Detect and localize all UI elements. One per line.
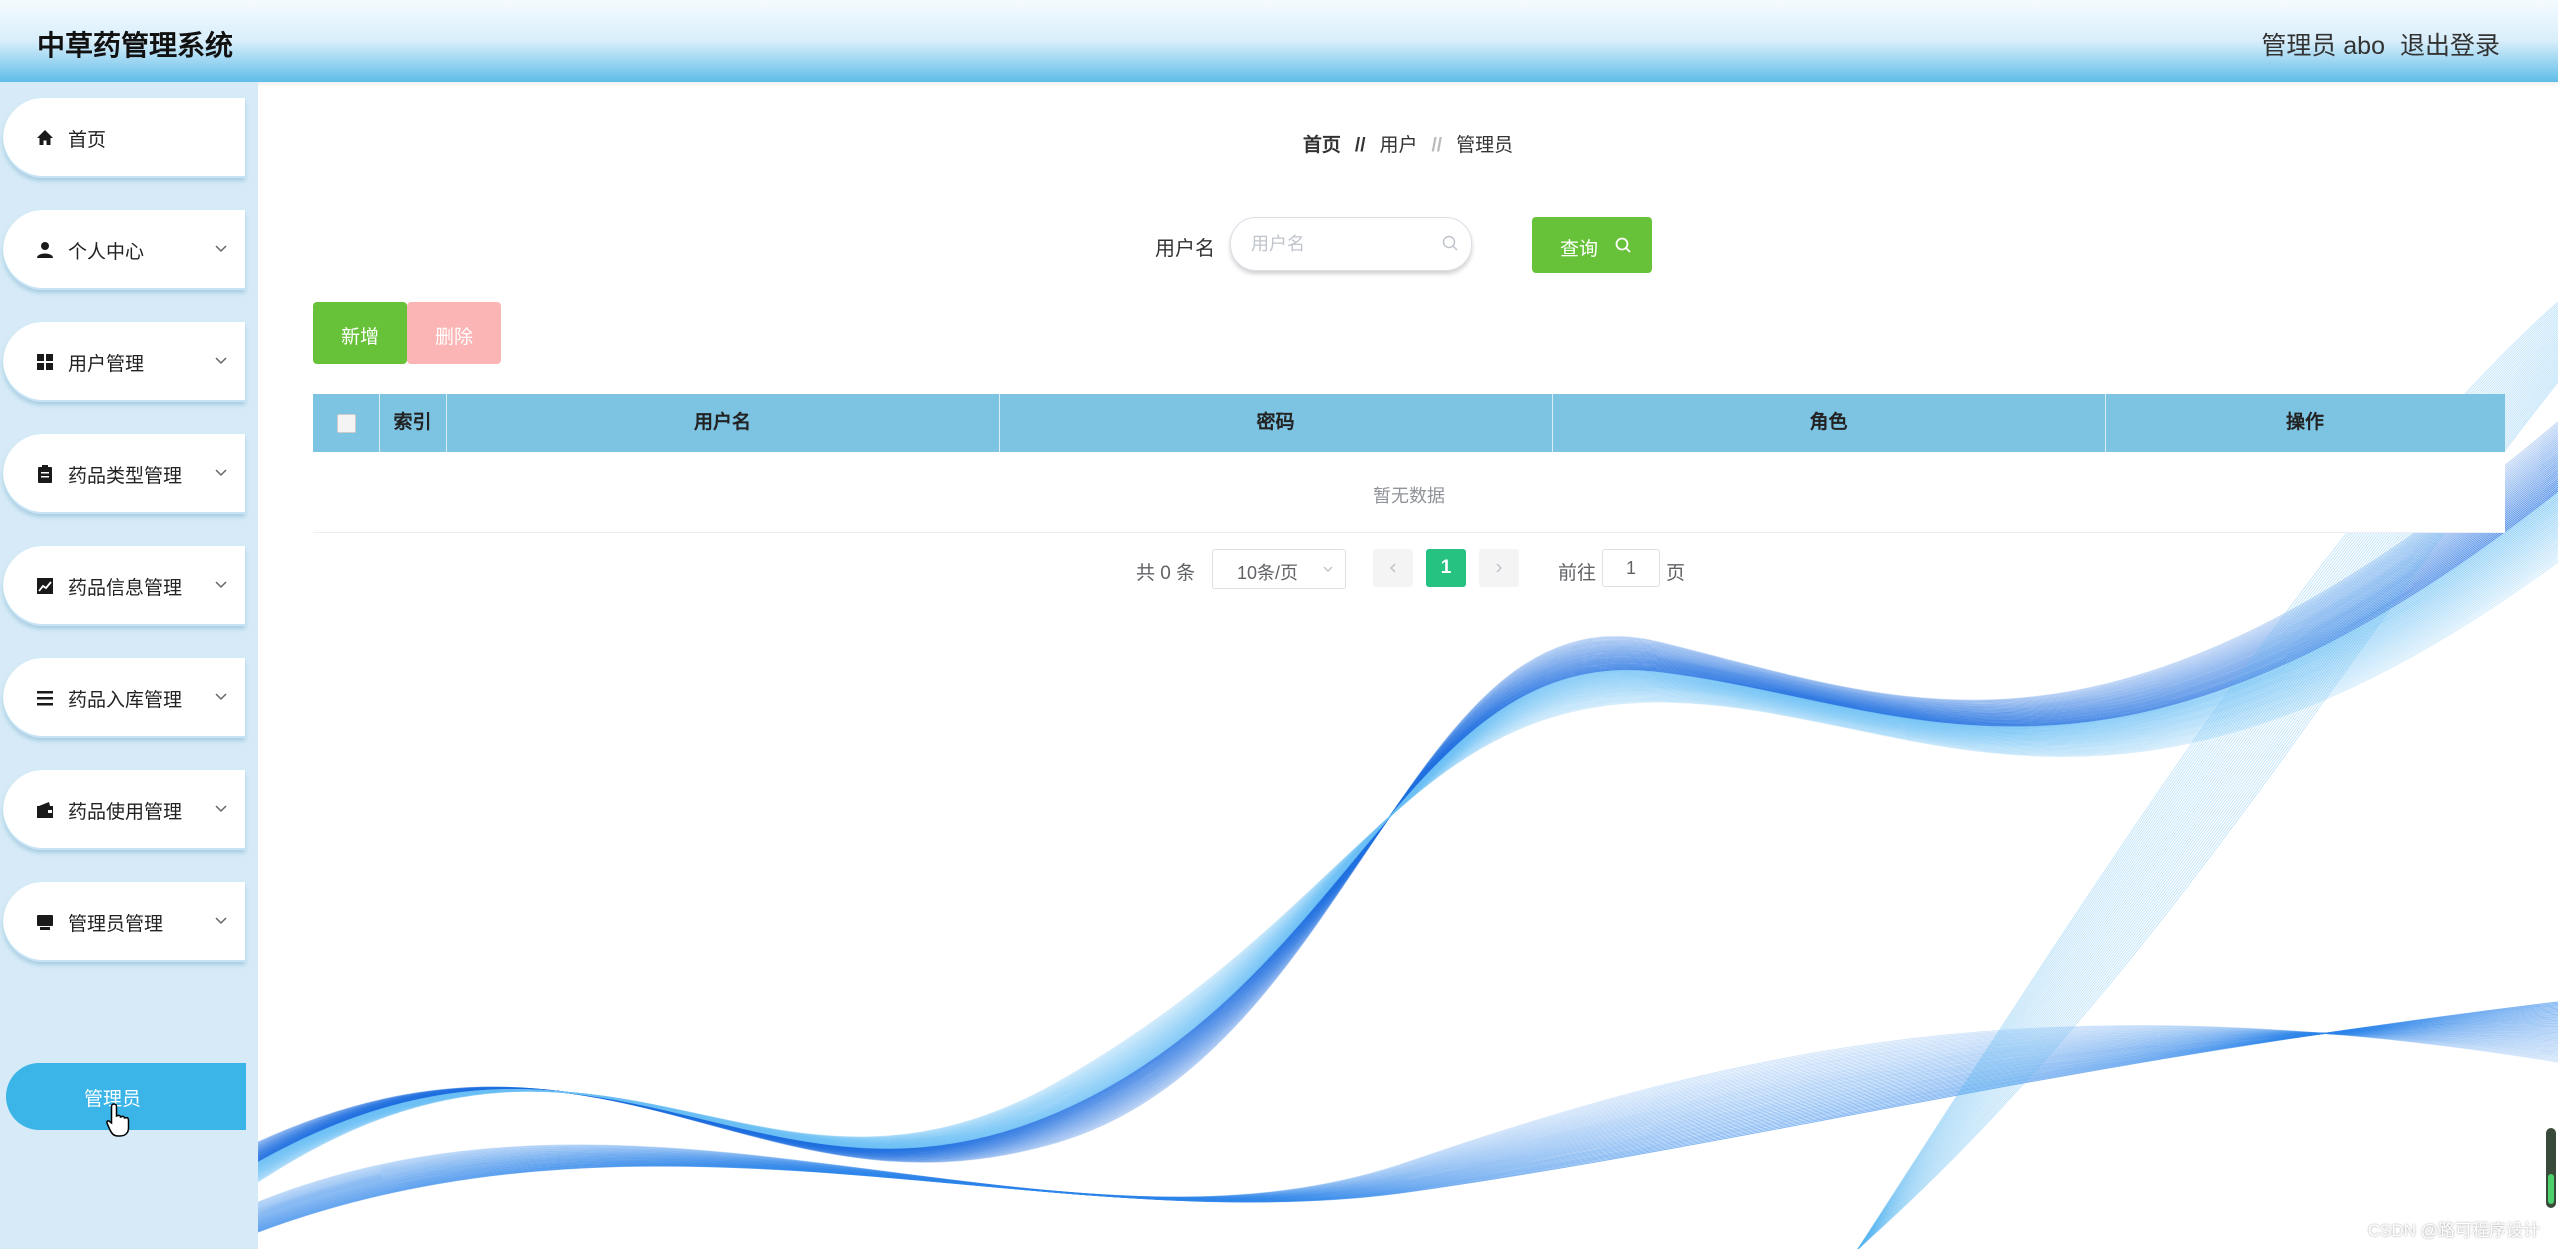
breadcrumb-separator: // <box>1354 135 1366 156</box>
logout-link[interactable]: 退出登录 <box>2400 26 2500 62</box>
goto-page-input[interactable] <box>1602 549 1660 587</box>
column-header-index: 索引 <box>379 394 447 452</box>
chevron-down-icon <box>215 469 227 477</box>
breadcrumb-users: 用户 <box>1379 135 1418 156</box>
next-page-button[interactable] <box>1479 549 1519 587</box>
chevron-down-icon <box>215 693 227 701</box>
chevron-down-icon <box>215 805 227 813</box>
wallet-icon <box>37 802 53 818</box>
page-size-value: 10条/页 <box>1237 563 1299 583</box>
column-header-password: 密码 <box>999 394 1553 452</box>
query-button-label: 查询 <box>1560 239 1599 260</box>
chevron-down-icon <box>215 917 227 925</box>
person-icon <box>37 242 53 258</box>
search-field-label: 用户名 <box>1155 238 1215 260</box>
column-header-username: 用户名 <box>446 394 1000 452</box>
breadcrumb: 首页 // 用户 // 管理员 <box>258 130 2558 157</box>
grid-icon <box>37 354 53 370</box>
breadcrumb-current: 管理员 <box>1456 135 1514 156</box>
top-header: 中草药管理系统 管理员 abo 退出登录 <box>0 0 2558 82</box>
sidebar: 首页 个人中心 用户管理 药品类型管理 药品信息管理 药品入库管理 药品使用管理… <box>0 82 258 1249</box>
chevron-left-icon <box>1389 563 1396 573</box>
search-box <box>1230 217 1472 271</box>
query-button[interactable]: 查询 <box>1532 217 1652 273</box>
table-body: 暂无数据 <box>313 452 2505 533</box>
sidebar-item-home[interactable]: 首页 <box>3 98 245 178</box>
chart-icon <box>37 578 53 594</box>
chevron-down-icon <box>215 581 227 589</box>
chevron-down-icon <box>215 245 227 253</box>
delete-button-label: 删除 <box>434 327 473 348</box>
table-header: 索引 用户名 密码 角色 操作 <box>313 394 2505 452</box>
list-icon <box>37 691 53 706</box>
column-header-actions: 操作 <box>2285 412 2324 433</box>
empty-state-text: 暂无数据 <box>1373 486 1445 506</box>
prev-page-button[interactable] <box>1373 549 1413 587</box>
goto-suffix: 页 <box>1666 563 1686 584</box>
monitor-icon <box>37 915 53 930</box>
home-icon <box>37 130 53 145</box>
breadcrumb-home[interactable]: 首页 <box>1303 135 1341 156</box>
app-title: 中草药管理系统 <box>37 30 234 61</box>
sidebar-item-drug-type-management[interactable]: 药品类型管理 <box>3 434 245 514</box>
chevron-down-icon <box>215 357 227 365</box>
sidebar-item-drug-stock-in-management[interactable]: 药品入库管理 <box>3 658 245 738</box>
sidebar-item-drug-usage-management[interactable]: 药品使用管理 <box>3 770 245 850</box>
delete-button[interactable]: 删除 <box>407 302 501 364</box>
sidebar-item-user-management[interactable]: 用户管理 <box>3 322 245 402</box>
sidebar-item-drug-info-management[interactable]: 药品信息管理 <box>3 546 245 626</box>
add-button[interactable]: 新增 <box>313 302 407 364</box>
sidebar-item-label: 药品信息管理 <box>68 578 183 599</box>
main-content: 首页 // 用户 // 管理员 用户名 查询 新增 删除 索引 用户名 密码 角色 操作… <box>258 82 2558 1249</box>
sidebar-item-label: 首页 <box>68 130 107 151</box>
page-size-select[interactable]: 10条/页 <box>1212 549 1346 589</box>
username-search-input[interactable] <box>1249 218 1443 270</box>
sidebar-item-label: 药品使用管理 <box>68 802 183 823</box>
select-all-column <box>313 394 380 452</box>
column-header-role: 角色 <box>1552 394 2106 452</box>
pagination-total: 共 0 条 <box>1136 563 1196 584</box>
add-button-label: 新增 <box>340 327 379 348</box>
sidebar-item-label: 个人中心 <box>68 242 145 263</box>
search-icon <box>1442 235 1458 251</box>
sidebar-item-admin-management[interactable]: 管理员管理 <box>3 882 245 962</box>
watermark-text: CSDN @路可程序设计 <box>2367 1221 2540 1240</box>
hand-cursor-icon <box>106 1103 130 1137</box>
chevron-right-icon <box>1496 563 1503 573</box>
sidebar-item-label: 用户管理 <box>68 354 145 375</box>
goto-label: 前往 <box>1558 563 1597 584</box>
search-icon <box>1615 237 1631 253</box>
sidebar-item-label: 管理员管理 <box>68 914 164 935</box>
page-number-current[interactable]: 1 <box>1426 549 1466 587</box>
current-user-label: 管理员 abo <box>2261 32 2385 60</box>
clipboard-icon <box>38 465 52 483</box>
sidebar-item-personal-center[interactable]: 个人中心 <box>3 210 245 290</box>
scroll-indicator[interactable] <box>2546 1128 2556 1208</box>
sidebar-item-label: 药品类型管理 <box>68 466 183 487</box>
select-all-checkbox[interactable] <box>337 414 356 433</box>
chevron-down-icon <box>1323 566 1333 573</box>
sidebar-item-label: 药品入库管理 <box>68 690 183 711</box>
breadcrumb-separator: // <box>1431 135 1443 156</box>
